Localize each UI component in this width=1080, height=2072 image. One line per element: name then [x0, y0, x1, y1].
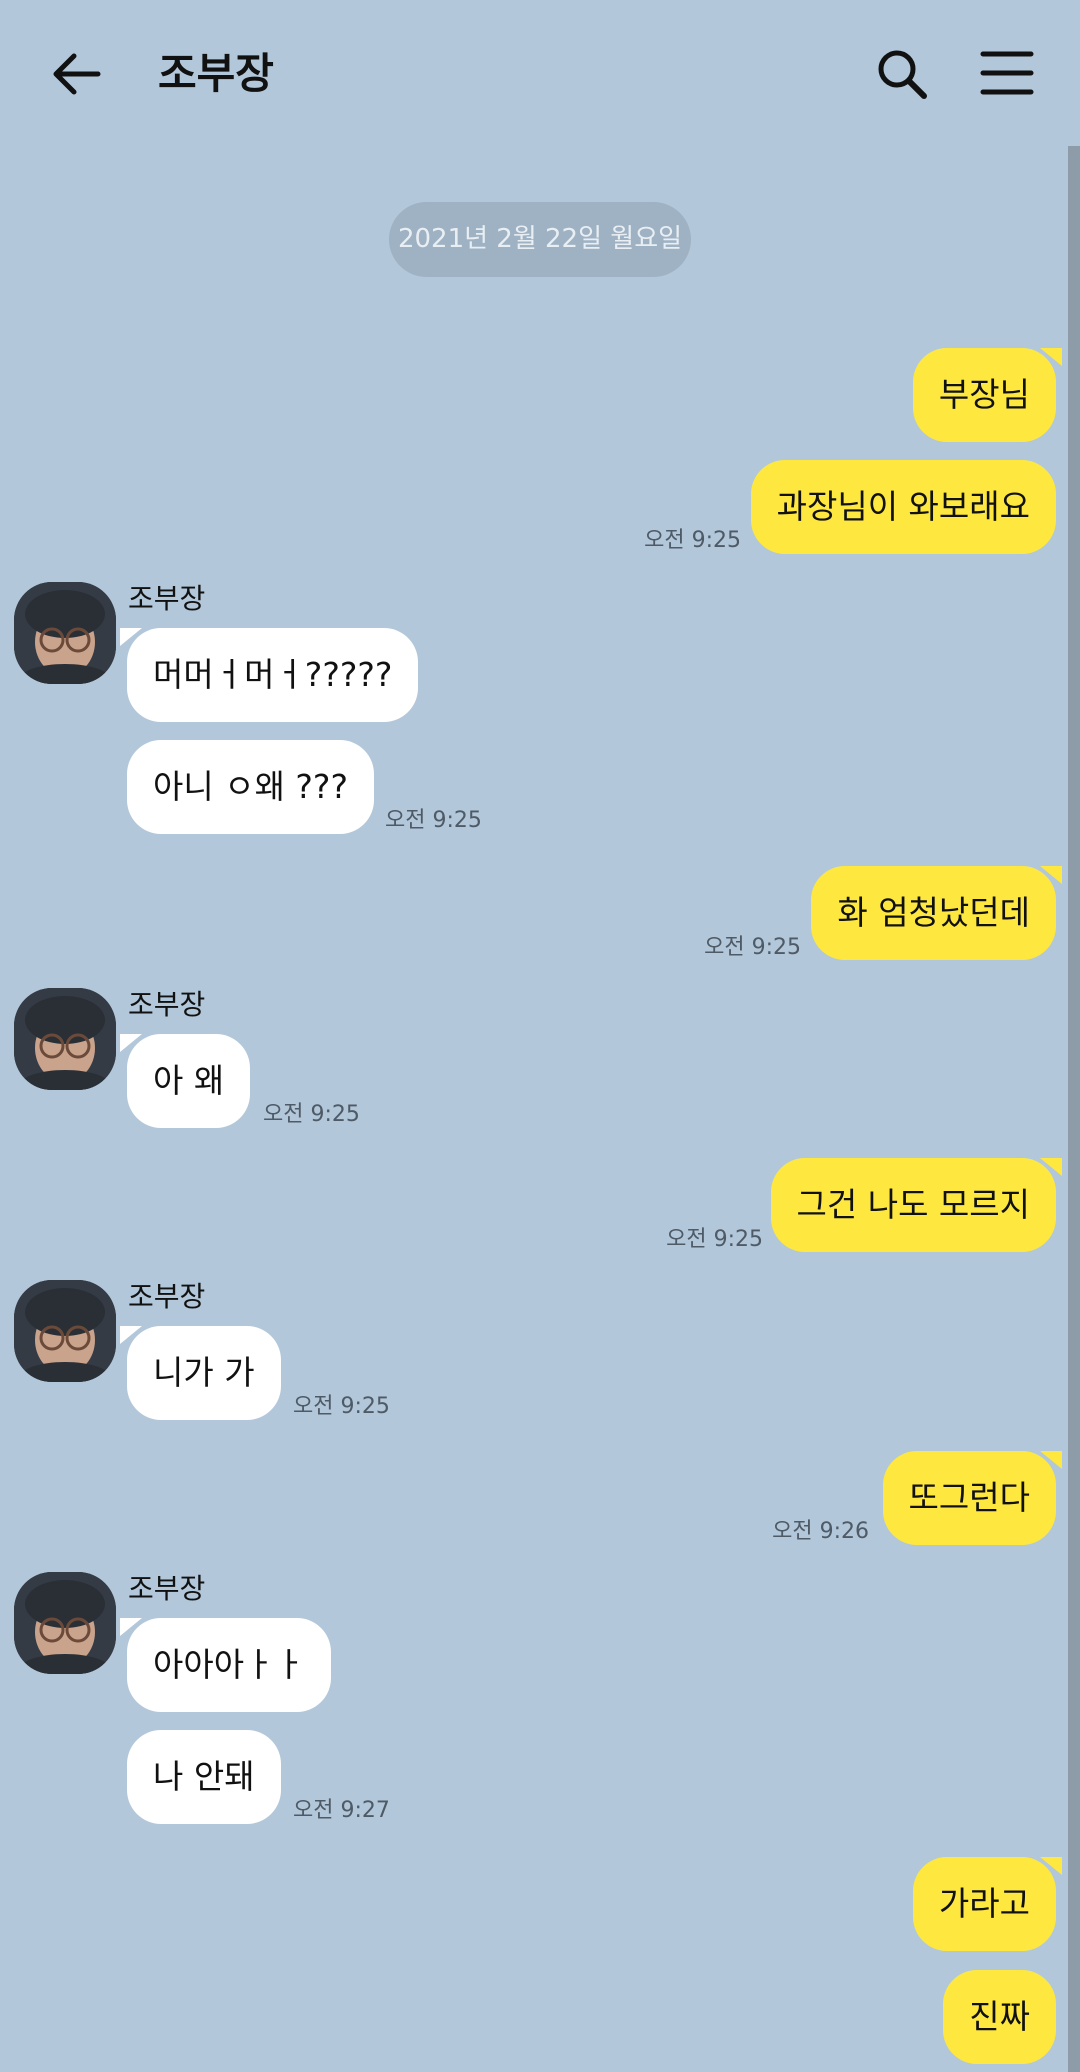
message-time: 오전 9:25 — [385, 808, 482, 833]
message-time: 오전 9:25 — [704, 935, 801, 960]
message-time: 오전 9:25 — [293, 1394, 390, 1419]
avatar-photo — [14, 988, 116, 1090]
sender-name: 조부장 — [128, 1572, 206, 1605]
avatar-photo — [14, 582, 116, 684]
sender-name: 조부장 — [128, 988, 206, 1021]
my-message-bubble[interactable]: 그건 나도 모르지 — [770, 1158, 1056, 1252]
my-message-bubble[interactable]: 또그런다 — [882, 1451, 1056, 1545]
message-time: 오전 9:25 — [666, 1227, 763, 1252]
date-divider: 2021년 2월 22일 월요일 — [389, 202, 691, 277]
other-message-bubble[interactable]: 니가 가 — [127, 1326, 281, 1420]
my-message-bubble[interactable]: 과장님이 와보래요 — [750, 460, 1056, 554]
scrollbar[interactable] — [1068, 146, 1080, 2072]
my-message-bubble[interactable]: 가라고 — [912, 1857, 1056, 1951]
message-time: 오전 9:25 — [263, 1102, 360, 1127]
avatar-photo — [14, 1572, 116, 1674]
hamburger-menu-icon[interactable] — [980, 50, 1034, 96]
avatar-photo — [14, 1280, 116, 1382]
message-time: 오전 9:26 — [772, 1519, 869, 1544]
message-time: 오전 9:25 — [644, 528, 741, 553]
search-icon[interactable] — [874, 46, 930, 102]
avatar[interactable] — [14, 988, 116, 1090]
sender-name: 조부장 — [128, 582, 206, 615]
other-message-bubble[interactable]: 나 안돼 — [127, 1730, 281, 1824]
my-message-bubble[interactable]: 진짜 — [943, 1970, 1056, 2064]
my-message-bubble[interactable]: 화 엄청났던데 — [811, 866, 1056, 960]
other-message-bubble[interactable]: 머머ㅓ머ㅓ????? — [127, 628, 419, 722]
avatar[interactable] — [14, 1572, 116, 1674]
chat-header: 조부장 — [0, 0, 1080, 146]
avatar[interactable] — [14, 582, 116, 684]
other-message-bubble[interactable]: 아아아ㅏㅏ — [127, 1618, 331, 1712]
message-time: 오전 9:27 — [293, 1798, 390, 1823]
other-message-bubble[interactable]: 아 왜 — [127, 1034, 251, 1128]
other-message-bubble[interactable]: 아니 ㅇ왜 ??? — [127, 740, 374, 834]
chat-title: 조부장 — [158, 49, 274, 98]
avatar[interactable] — [14, 1280, 116, 1382]
arrow-left-icon[interactable] — [48, 46, 104, 102]
sender-name: 조부장 — [128, 1280, 206, 1313]
my-message-bubble[interactable]: 부장님 — [912, 348, 1056, 442]
